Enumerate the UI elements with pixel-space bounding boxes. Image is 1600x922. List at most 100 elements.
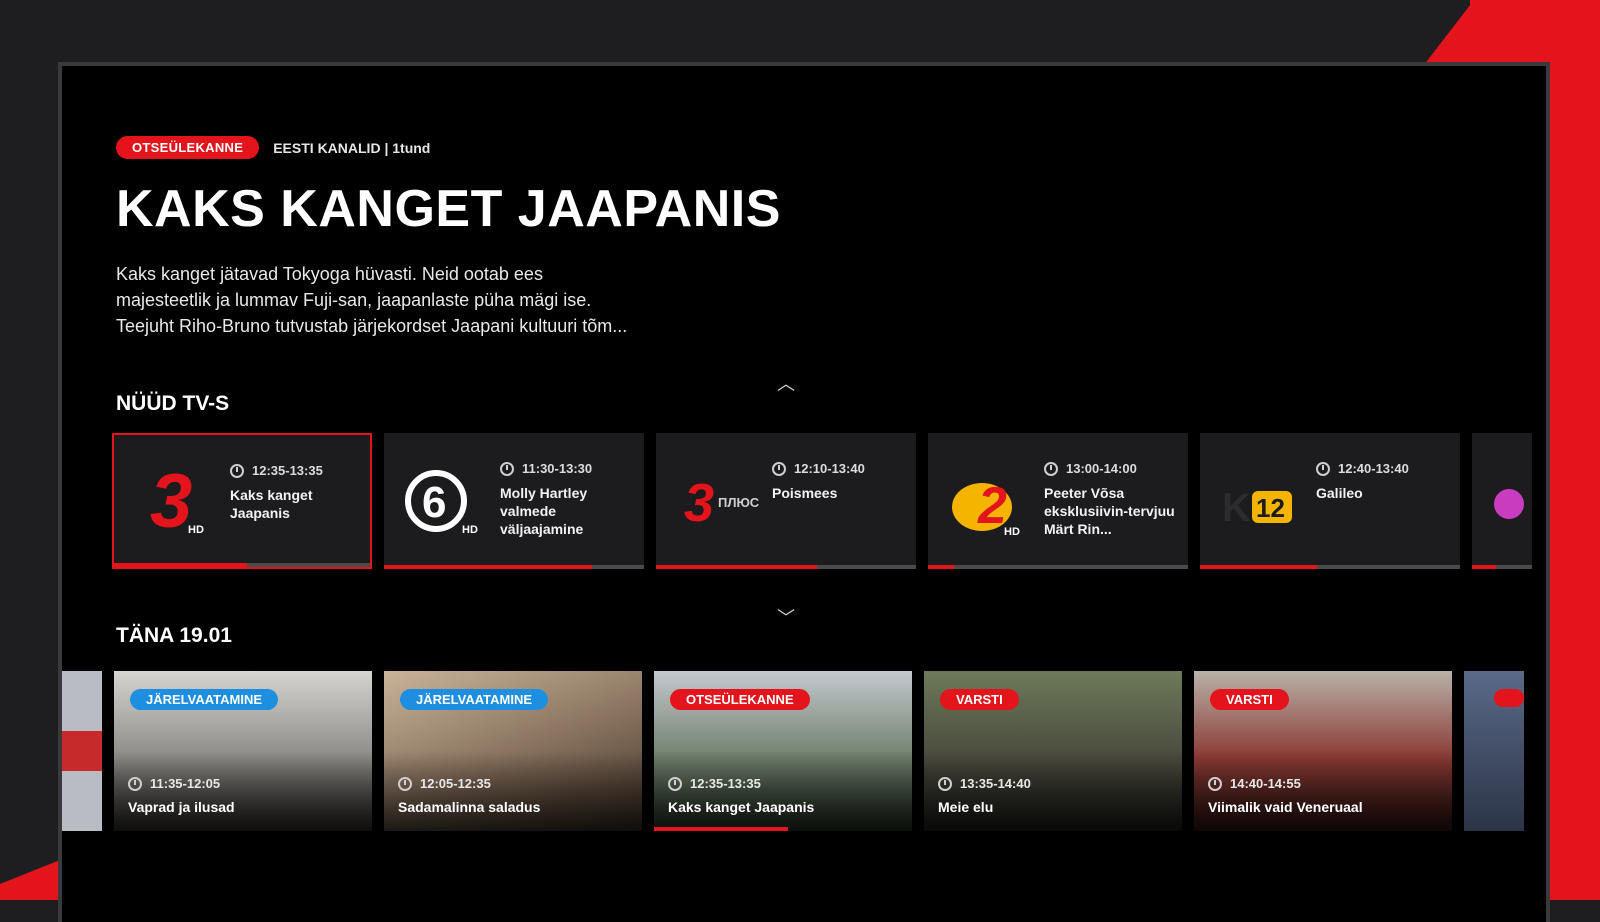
progress-bar bbox=[114, 563, 370, 567]
progress-bar bbox=[384, 565, 644, 569]
clock-icon bbox=[500, 461, 514, 476]
svg-text:ПЛЮС: ПЛЮС bbox=[718, 495, 760, 510]
now-section-title: NÜÜD TV-S bbox=[116, 392, 230, 415]
decor-red-corner-bottom bbox=[0, 860, 60, 900]
channel-card-partial[interactable] bbox=[1472, 433, 1532, 569]
clock-icon bbox=[230, 463, 244, 478]
hero-section: OTSEÜLEKANNE EESTI KANALID | 1tund KAKS … bbox=[116, 136, 1016, 339]
channel-card[interactable]: 6 HD 11:30-13:30 Molly Hartley valmede v… bbox=[384, 433, 644, 569]
card-show-name: Peeter Võsa eksklusiivin-tervjuu Märt Ri… bbox=[1044, 485, 1175, 537]
clock-icon bbox=[128, 776, 142, 791]
tile-time: 12:35-13:35 bbox=[690, 776, 761, 791]
tile-shade bbox=[114, 751, 372, 831]
card-time: 12:35-13:35 bbox=[252, 463, 323, 478]
card-time: 11:30-13:30 bbox=[522, 461, 593, 476]
svg-text:K: K bbox=[1222, 486, 1251, 530]
tv3-hd-logo: 3 HD bbox=[132, 459, 220, 544]
now-channel-row: 3 HD 12:35-13:35 Kaks kanget Jaapanis 6 … bbox=[112, 433, 1546, 573]
channel-meta: EESTI KANALID | 1tund bbox=[273, 139, 431, 156]
programme-tile-partial[interactable] bbox=[62, 671, 102, 831]
card-info: 12:40-13:40 Galileo bbox=[1316, 461, 1456, 502]
tile-shade bbox=[924, 751, 1182, 831]
tile-shade bbox=[654, 751, 912, 831]
hero-description-line: majesteetlik ja lummav Fuji-san, jaapanl… bbox=[116, 290, 592, 310]
live-badge: OTSEÜLEKANNE bbox=[116, 136, 260, 159]
tile-time: 13:35-14:40 bbox=[960, 776, 1031, 791]
clock-icon bbox=[1044, 461, 1058, 476]
card-time: 12:10-13:40 bbox=[794, 461, 865, 476]
tile-title: Meie elu bbox=[938, 799, 994, 815]
tile-title: Viimalik vaid Veneruaal bbox=[1208, 799, 1363, 815]
svg-text:6: 6 bbox=[422, 478, 446, 527]
kanal6-hd-logo: 6 HD bbox=[402, 459, 490, 539]
card-info: 12:10-13:40 Poismees bbox=[772, 461, 912, 502]
card-info: 11:30-13:30 Molly Hartley valmede väljaa… bbox=[500, 461, 640, 538]
card-time: 12:40-13:40 bbox=[1338, 461, 1409, 476]
catchup-badge: JÄRELVAATAMINE bbox=[400, 689, 549, 710]
clock-icon bbox=[938, 776, 952, 791]
tv3-plus-logo: 3 ПЛЮС bbox=[674, 459, 762, 539]
partial-tile-art bbox=[62, 731, 102, 771]
hero-description-line: Teejuht Riho-Bruno tutvustab järjekordse… bbox=[116, 316, 628, 336]
today-programme-row: JÄRELVAATAMINE 11:35-12:05 Vaprad ja ilu… bbox=[62, 671, 1546, 841]
tile-shade bbox=[384, 751, 642, 831]
clock-icon bbox=[398, 776, 412, 791]
programme-tile[interactable]: VARSTI 13:35-14:40 Meie elu bbox=[924, 671, 1182, 831]
tile-time: 14:40-14:55 bbox=[1230, 776, 1301, 791]
svg-text:12: 12 bbox=[1256, 493, 1285, 523]
clock-icon bbox=[668, 776, 682, 791]
partial-channel-logo bbox=[1494, 489, 1524, 519]
clock-icon bbox=[772, 461, 786, 476]
card-show-name: Molly Hartley valmede väljaajamine bbox=[500, 485, 588, 537]
chevron-up-icon[interactable]: ︿ bbox=[774, 370, 798, 396]
hero-meta-row: OTSEÜLEKANNE EESTI KANALID | 1tund bbox=[116, 136, 1016, 159]
tile-shade bbox=[1194, 751, 1452, 831]
hero-description: Kaks kanget jätavad Tokyoga hüvasti. Nei… bbox=[116, 261, 756, 339]
clock-icon bbox=[1316, 461, 1330, 476]
svg-text:3: 3 bbox=[150, 461, 192, 541]
tile-time: 12:05-12:35 bbox=[420, 776, 491, 791]
card-time: 13:00-14:00 bbox=[1066, 461, 1137, 476]
svg-text:HD: HD bbox=[188, 524, 204, 536]
upcoming-badge-partial bbox=[1494, 689, 1524, 707]
svg-text:2: 2 bbox=[977, 477, 1007, 535]
channel-card[interactable]: K 12 12:40-13:40 Galileo bbox=[1200, 433, 1460, 569]
card-info: 13:00-14:00 Peeter Võsa eksklusiivin-ter… bbox=[1044, 461, 1184, 538]
programme-tile[interactable]: JÄRELVAATAMINE 11:35-12:05 Vaprad ja ilu… bbox=[114, 671, 372, 831]
tv-screen: OTSEÜLEKANNE EESTI KANALID | 1tund KAKS … bbox=[58, 62, 1550, 922]
today-section-title: TÄNA 19.01 bbox=[116, 624, 232, 647]
progress-bar bbox=[1200, 565, 1460, 569]
hero-title: KAKS KANGET JAAPANIS bbox=[116, 180, 781, 238]
card-show-name: Galileo bbox=[1316, 485, 1363, 501]
svg-text:HD: HD bbox=[1004, 526, 1020, 538]
tile-progress-bar bbox=[654, 827, 789, 831]
upcoming-badge: VARSTI bbox=[1210, 689, 1289, 710]
svg-text:3: 3 bbox=[684, 473, 714, 533]
tile-title: Vaprad ja ilusad bbox=[128, 799, 235, 815]
channel-card[interactable]: 3 HD 12:35-13:35 Kaks kanget Jaapanis bbox=[112, 433, 372, 569]
programme-tile-partial[interactable] bbox=[1464, 671, 1524, 831]
channel-card[interactable]: 3 ПЛЮС 12:10-13:40 Poismees bbox=[656, 433, 916, 569]
svg-text:HD: HD bbox=[462, 524, 478, 536]
tile-title: Kaks kanget Jaapanis bbox=[668, 799, 815, 815]
tile-title: Sadamalinna saladus bbox=[398, 799, 541, 815]
live-badge: OTSEÜLEKANNE bbox=[670, 689, 810, 710]
clock-icon bbox=[1208, 776, 1222, 791]
kanal2-hd-logo: 2 HD bbox=[946, 459, 1034, 539]
kanal12-logo: K 12 bbox=[1218, 459, 1306, 539]
tile-time: 11:35-12:05 bbox=[150, 776, 221, 791]
channel-card[interactable]: 2 HD 13:00-14:00 Peeter Võsa eksklusiivi… bbox=[928, 433, 1188, 569]
card-show-name: Poismees bbox=[772, 485, 838, 501]
programme-tile[interactable]: JÄRELVAATAMINE 12:05-12:35 Sadamalinna s… bbox=[384, 671, 642, 831]
programme-tile[interactable]: OTSEÜLEKANNE 12:35-13:35 Kaks kanget Jaa… bbox=[654, 671, 912, 831]
upcoming-badge: VARSTI bbox=[940, 689, 1019, 710]
catchup-badge: JÄRELVAATAMINE bbox=[130, 689, 279, 710]
progress-bar bbox=[656, 565, 916, 569]
progress-bar bbox=[928, 565, 1188, 569]
card-show-name: Kaks kanget Jaapanis bbox=[230, 487, 313, 521]
chevron-down-icon[interactable]: ﹀ bbox=[774, 604, 798, 630]
card-info: 12:35-13:35 Kaks kanget Jaapanis bbox=[230, 463, 370, 522]
programme-tile[interactable]: VARSTI 14:40-14:55 Viimalik vaid Venerua… bbox=[1194, 671, 1452, 831]
hero-description-line: Kaks kanget jätavad Tokyoga hüvasti. Nei… bbox=[116, 264, 543, 284]
progress-bar bbox=[1472, 565, 1532, 569]
